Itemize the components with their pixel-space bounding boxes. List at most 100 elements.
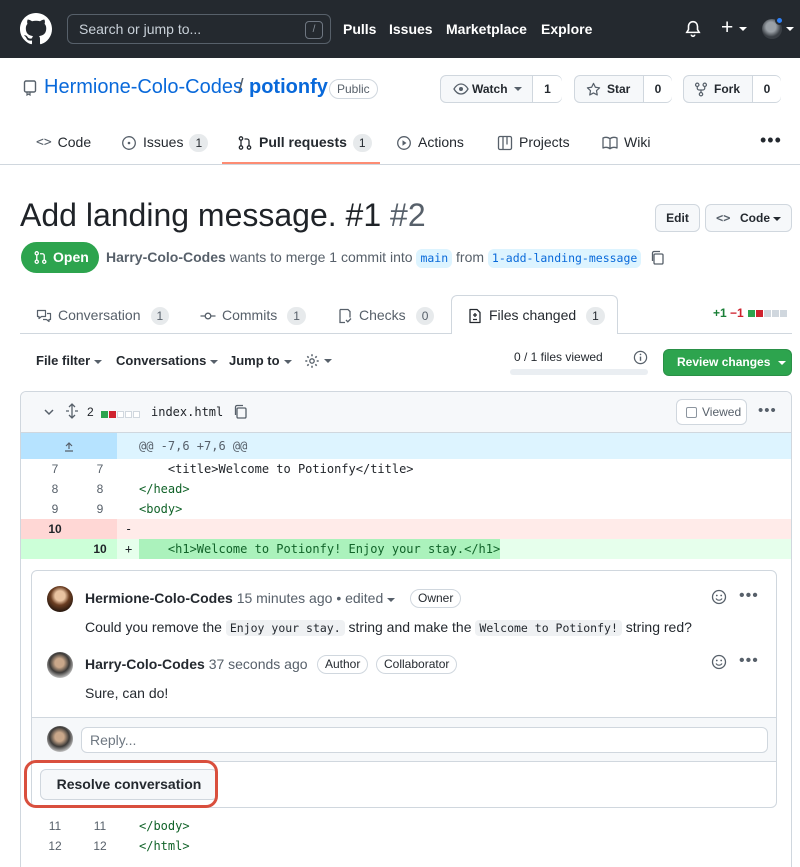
search-input[interactable]: Search or jump to... / [67, 14, 331, 44]
added-line: 10 + <h1>Welcome to Potionfy! Enjoy your… [21, 539, 791, 559]
copy-icon[interactable] [650, 250, 664, 266]
base-branch[interactable]: main [416, 249, 453, 268]
tab-pull-requests[interactable]: Pull requests 1 [237, 124, 372, 160]
divider [618, 333, 792, 334]
review-changes-label: Review changes [677, 355, 771, 369]
expand-up-icon[interactable] [63, 440, 75, 452]
code-button-label: Code [740, 211, 770, 225]
smiley-icon[interactable] [711, 589, 727, 605]
jump-to-label: Jump to [229, 353, 280, 368]
new-line-number[interactable]: 11 [76, 816, 124, 836]
comment-author-link[interactable]: Hermione-Colo-Codes [85, 590, 233, 606]
file-header: 2 index.html Viewed ••• [21, 392, 791, 433]
old-line-number[interactable]: 10 [31, 519, 79, 539]
comment-options-kebab-icon[interactable]: ••• [739, 587, 759, 605]
new-line-number[interactable]: 10 [76, 539, 124, 559]
code-line-text: <body> [139, 502, 183, 516]
additions-count: +1 [713, 306, 727, 320]
from-text: from [456, 249, 485, 265]
tab-issues[interactable]: Issues 1 [121, 124, 209, 160]
smiley-icon[interactable] [711, 654, 727, 670]
chevron-down-icon[interactable] [43, 406, 55, 418]
file-name[interactable]: index.html [151, 405, 223, 419]
comment-options-kebab-icon[interactable]: ••• [739, 652, 759, 670]
code-line: <title>Welcome to Potionfy</title> [139, 459, 414, 479]
unfold-icon[interactable] [65, 403, 79, 419]
diffstat-block-neutral [764, 310, 772, 318]
file-filter-dropdown[interactable]: File filter [36, 353, 103, 368]
comment-timestamp[interactable]: 37 seconds ago [209, 656, 308, 672]
fork-button[interactable]: Fork 0 [683, 75, 781, 103]
nav-pulls[interactable]: Pulls [343, 0, 376, 58]
diffstat-block-deleted [109, 410, 116, 418]
pr-title: Add landing message. #1 #2 [20, 197, 426, 234]
viewed-checkbox-button[interactable]: Viewed [676, 399, 747, 425]
comment-author-link[interactable]: Harry-Colo-Codes [85, 656, 205, 672]
diffstat-block-neutral [780, 310, 788, 318]
old-line-number[interactable]: 7 [31, 459, 79, 479]
copy-icon[interactable] [233, 404, 247, 420]
repo-name-link[interactable]: potionfy [249, 76, 328, 99]
diff-settings-dropdown[interactable] [304, 352, 332, 369]
github-logo-icon[interactable] [20, 13, 52, 45]
code-dropdown-button[interactable]: <> Code [705, 204, 792, 232]
edited-indicator[interactable]: • edited [336, 590, 383, 606]
new-line-number[interactable]: 8 [76, 479, 124, 499]
more-tabs-kebab-icon[interactable]: ••• [760, 130, 782, 151]
avatar[interactable] [47, 586, 73, 612]
nav-issues[interactable]: Issues [389, 0, 433, 58]
pr-author-link[interactable]: Harry-Colo-Codes [106, 249, 226, 265]
tab-files-changed[interactable]: Files changed 1 [467, 297, 605, 333]
new-line-number[interactable]: 12 [76, 836, 124, 856]
tab-files-changed-label: Files changed [489, 307, 577, 323]
edit-title-button[interactable]: Edit [655, 204, 700, 232]
new-line-number[interactable]: 7 [76, 459, 124, 479]
chevron-down-icon[interactable] [387, 598, 395, 602]
tab-conversation[interactable]: Conversation 1 [36, 297, 170, 333]
star-label: Star [607, 82, 631, 96]
tab-commits[interactable]: Commits 1 [200, 297, 306, 333]
checklist-icon [339, 309, 352, 324]
nav-explore[interactable]: Explore [541, 0, 592, 58]
deleted-line: 10 - [21, 519, 791, 539]
old-line-number[interactable]: 11 [31, 816, 79, 836]
jump-to-dropdown[interactable]: Jump to [229, 353, 292, 368]
reply-input[interactable]: Reply... [81, 727, 768, 753]
inline-code: Welcome to Potionfy! [475, 620, 622, 636]
tab-checks[interactable]: Checks 0 [337, 297, 435, 333]
create-new-plus-icon[interactable]: + [721, 16, 733, 40]
review-changes-button[interactable]: Review changes [663, 349, 792, 376]
reply-placeholder: Reply... [90, 732, 137, 748]
role-badge: Collaborator [376, 655, 458, 674]
watch-button[interactable]: Watch 1 [440, 75, 562, 103]
repo-owner-link[interactable]: Hermione-Colo-Codes [44, 76, 243, 99]
chevron-down-icon [94, 359, 103, 364]
viewed-checkbox[interactable] [686, 407, 697, 418]
nav-marketplace[interactable]: Marketplace [446, 0, 527, 58]
old-line-number[interactable]: 8 [31, 479, 79, 499]
play-icon [397, 136, 411, 151]
head-branch[interactable]: 1-add-landing-message [487, 249, 642, 268]
pull-request-icon [34, 251, 47, 264]
divider [20, 333, 451, 334]
tab-actions[interactable]: Actions [396, 124, 464, 160]
tab-wiki[interactable]: Wiki [602, 124, 650, 160]
old-line-number[interactable]: 9 [31, 499, 79, 519]
info-icon[interactable] [633, 350, 648, 365]
tab-commits-label: Commits [222, 307, 278, 323]
conversations-dropdown[interactable]: Conversations [116, 353, 219, 368]
diff-sign: - [125, 522, 133, 536]
avatar[interactable] [47, 652, 73, 678]
old-line-number[interactable]: 12 [31, 836, 79, 856]
tab-code[interactable]: <> Code [36, 124, 91, 160]
pr-diffstat: +1 −1 [713, 306, 788, 320]
file-options-kebab-icon[interactable]: ••• [758, 402, 777, 419]
pr-merge-summary: Harry-Colo-Codes wants to merge 1 commit… [106, 249, 642, 268]
new-line-number[interactable]: 9 [76, 499, 124, 519]
star-button[interactable]: Star 0 [574, 75, 672, 103]
tab-issues-count: 1 [189, 134, 209, 152]
expand-gutter[interactable] [21, 433, 117, 459]
tab-projects[interactable]: Projects [497, 124, 570, 160]
comment-timestamp[interactable]: 15 minutes ago [237, 590, 333, 606]
notifications-bell-icon[interactable] [684, 20, 702, 38]
